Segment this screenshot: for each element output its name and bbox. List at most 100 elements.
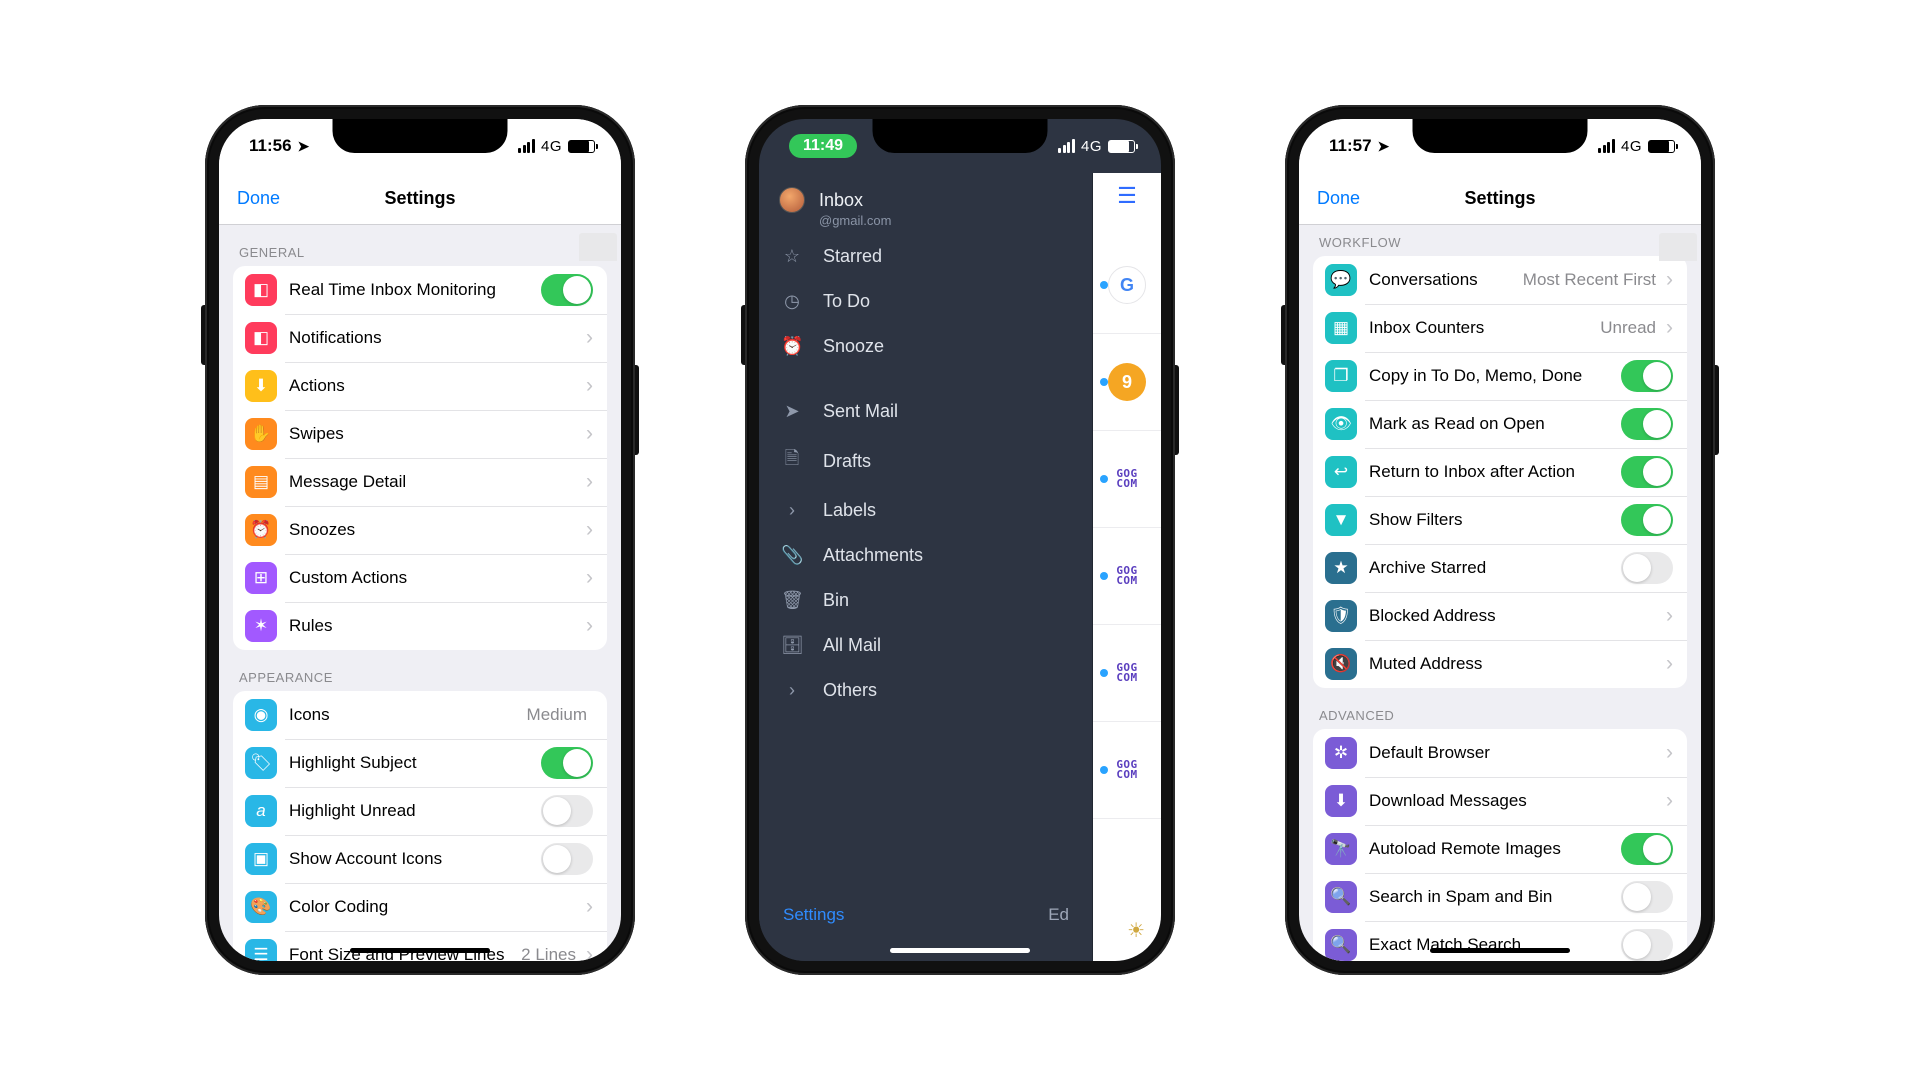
copy-icon: ❐ xyxy=(1325,360,1357,392)
home-indicator[interactable] xyxy=(890,948,1030,953)
search-icon: 🔍 xyxy=(1325,929,1357,961)
archive-starred-switch[interactable] xyxy=(1621,552,1673,584)
row-rules[interactable]: ✶ Rules › xyxy=(233,602,607,650)
compass-icon: ✲ xyxy=(1325,737,1357,769)
drawer-item-todo[interactable]: ◷To Do xyxy=(759,279,1093,324)
status-time: 11:57 xyxy=(1329,136,1372,156)
row-icons[interactable]: ◉ Icons Medium xyxy=(233,691,607,739)
row-message-detail[interactable]: ▤ Message Detail › xyxy=(233,458,607,506)
settings-link[interactable]: Settings xyxy=(783,905,844,925)
copy-todo-switch[interactable] xyxy=(1621,360,1673,392)
row-color-coding[interactable]: 🎨 Color Coding › xyxy=(233,883,607,931)
mark-read-switch[interactable] xyxy=(1621,408,1673,440)
account-header[interactable]: Inbox xyxy=(759,177,1093,215)
row-highlight-subject[interactable]: 🏷 Highlight Subject xyxy=(233,739,607,787)
signal-icon xyxy=(518,139,535,153)
autoload-switch[interactable] xyxy=(1621,833,1673,865)
status-time-pill[interactable]: 11:49 xyxy=(789,134,857,158)
exact-match-switch[interactable] xyxy=(1621,929,1673,961)
row-default-browser[interactable]: ✲ Default Browser › xyxy=(1313,729,1687,777)
chevron-right-icon: › xyxy=(586,895,593,919)
chevron-right-icon: › xyxy=(1666,652,1673,676)
mail-row[interactable]: GOGCOM xyxy=(1093,625,1161,722)
star-icon: ★ xyxy=(1325,552,1357,584)
row-muted-address[interactable]: 🔇 Muted Address › xyxy=(1313,640,1687,688)
chevron-right-icon: › xyxy=(586,470,593,494)
edit-link[interactable]: Ed xyxy=(1048,905,1069,925)
monitoring-switch[interactable] xyxy=(541,274,593,306)
archive-icon: 🗄 xyxy=(781,635,803,656)
unread-dot xyxy=(1100,475,1108,483)
chevron-right-icon: › xyxy=(586,518,593,542)
drawer-item-bin[interactable]: 🗑Bin xyxy=(759,578,1093,623)
return-inbox-switch[interactable] xyxy=(1621,456,1673,488)
doc-icon: 🗎 xyxy=(781,446,803,476)
section-header-general: GENERAL xyxy=(219,225,621,266)
highlight-subject-switch[interactable] xyxy=(541,747,593,779)
home-indicator[interactable] xyxy=(350,948,490,953)
home-indicator[interactable] xyxy=(1430,948,1570,953)
list-advanced: ✲ Default Browser › ⬇ Download Messages … xyxy=(1313,729,1687,961)
row-conversations[interactable]: 💬 Conversations Most Recent First › xyxy=(1313,256,1687,304)
drawer-item-all-mail[interactable]: 🗄All Mail xyxy=(759,623,1093,668)
done-button[interactable]: Done xyxy=(237,188,280,209)
drawer-item-labels[interactable]: ›Labels xyxy=(759,488,1093,533)
clip-icon: 📎 xyxy=(781,545,803,566)
chevron-right-icon: › xyxy=(586,374,593,398)
drawer-item-starred[interactable]: ☆Starred xyxy=(759,234,1093,279)
notch xyxy=(873,119,1048,153)
chevron-right-icon: › xyxy=(1666,604,1673,628)
row-highlight-unread[interactable]: a Highlight Unread xyxy=(233,787,607,835)
mail-row[interactable]: GOGCOM xyxy=(1093,528,1161,625)
highlight-unread-switch[interactable] xyxy=(541,795,593,827)
mail-row[interactable]: GOGCOM xyxy=(1093,722,1161,819)
row-search-spam-bin[interactable]: 🔍 Search in Spam and Bin xyxy=(1313,873,1687,921)
section-header-advanced: ADVANCED xyxy=(1299,688,1701,729)
row-inbox-counters[interactable]: ▦ Inbox Counters Unread › xyxy=(1313,304,1687,352)
counter-icon: ▦ xyxy=(1325,312,1357,344)
mail-row[interactable]: G xyxy=(1093,237,1161,334)
row-snoozes[interactable]: ⏰ Snoozes › xyxy=(233,506,607,554)
row-blocked-address[interactable]: 🛡 Blocked Address › xyxy=(1313,592,1687,640)
row-swipes[interactable]: ✋ Swipes › xyxy=(233,410,607,458)
row-autoload-images[interactable]: 🔭 Autoload Remote Images xyxy=(1313,825,1687,873)
return-icon: ↩ xyxy=(1325,456,1357,488)
row-custom-actions[interactable]: ⊞ Custom Actions › xyxy=(233,554,607,602)
page-title: Settings xyxy=(384,188,455,209)
row-actions[interactable]: ⬇ Actions › xyxy=(233,362,607,410)
icons-icon: ◉ xyxy=(245,699,277,731)
gog-icon: GOGCOM xyxy=(1108,654,1146,692)
list-appearance: ◉ Icons Medium 🏷 Highlight Subject a Hig… xyxy=(233,691,607,961)
row-download-messages[interactable]: ⬇ Download Messages › xyxy=(1313,777,1687,825)
row-notifications[interactable]: ◧ Notifications › xyxy=(233,314,607,362)
row-return-inbox[interactable]: ↩ Return to Inbox after Action xyxy=(1313,448,1687,496)
row-font-size[interactable]: ☰ Font Size and Preview Lines 2 Lines › xyxy=(233,931,607,961)
mail-row[interactable]: GOGCOM xyxy=(1093,431,1161,528)
swipes-icon: ✋ xyxy=(245,418,277,450)
row-archive-starred[interactable]: ★ Archive Starred xyxy=(1313,544,1687,592)
eye-icon: 👁 xyxy=(1325,408,1357,440)
drawer-item-sent[interactable]: ➤Sent Mail xyxy=(759,389,1093,434)
search-spam-switch[interactable] xyxy=(1621,881,1673,913)
hamburger-icon[interactable]: ☰ xyxy=(1117,183,1137,209)
show-account-icons-switch[interactable] xyxy=(541,843,593,875)
drawer-item-attachments[interactable]: 📎Attachments xyxy=(759,533,1093,578)
row-copy-in-todo[interactable]: ❐ Copy in To Do, Memo, Done xyxy=(1313,352,1687,400)
drawer-item-drafts[interactable]: 🗎Drafts xyxy=(759,434,1093,488)
brightness-icon[interactable]: ☀ xyxy=(1127,918,1145,943)
show-filters-switch[interactable] xyxy=(1621,504,1673,536)
done-button[interactable]: Done xyxy=(1317,188,1360,209)
row-realtime-monitoring[interactable]: ◧ Real Time Inbox Monitoring xyxy=(233,266,607,314)
row-show-filters[interactable]: ▼ Show Filters xyxy=(1313,496,1687,544)
row-show-account-icons[interactable]: ▣ Show Account Icons xyxy=(233,835,607,883)
inbox-peek[interactable]: ☰ G 9 GOGCOM GOGCOM xyxy=(1093,173,1161,961)
location-icon: ➤ xyxy=(1378,138,1390,155)
download-icon: ⬇ xyxy=(1325,785,1357,817)
row-exact-match[interactable]: 🔍 Exact Match Search xyxy=(1313,921,1687,961)
row-mark-read-open[interactable]: 👁 Mark as Read on Open xyxy=(1313,400,1687,448)
drawer-item-others[interactable]: ›Others xyxy=(759,668,1093,713)
drawer-item-snooze[interactable]: ⏰Snooze xyxy=(759,324,1093,369)
mail-row[interactable]: 9 xyxy=(1093,334,1161,431)
nav-bar: Done Settings xyxy=(1299,173,1701,225)
clock-icon: ◷ xyxy=(781,291,803,312)
